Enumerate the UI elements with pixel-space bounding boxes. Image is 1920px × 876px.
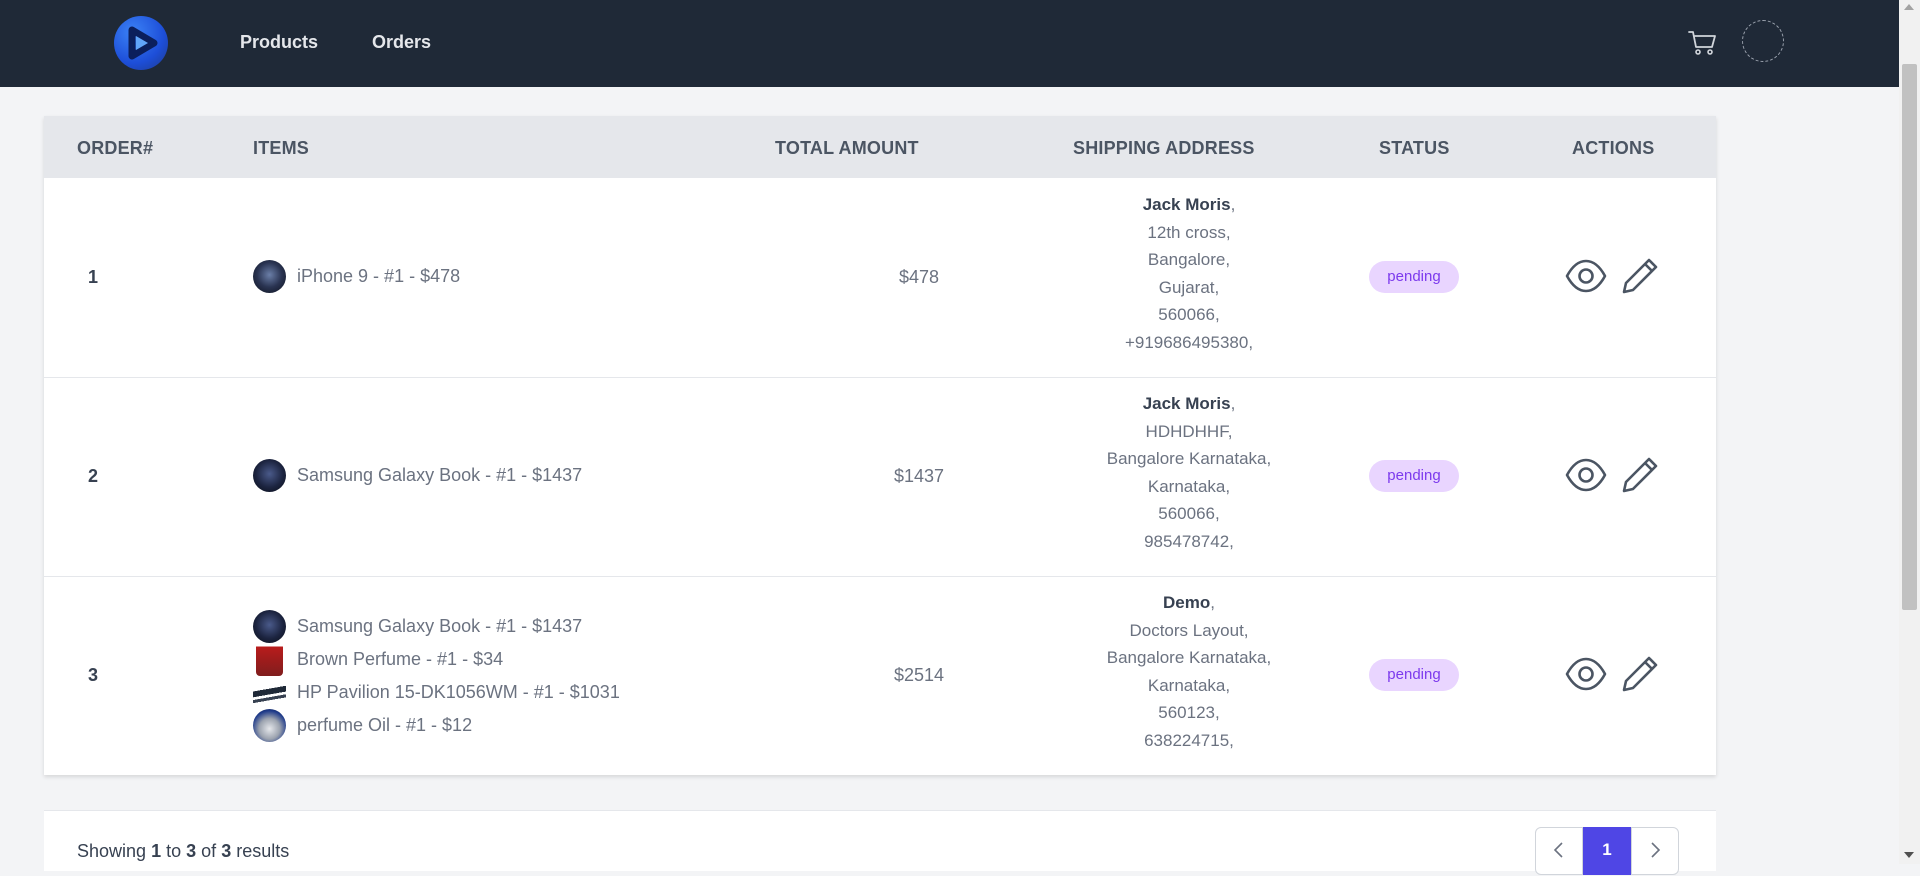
table-row: 2 Samsung Galaxy Book - #1 - $1437 $1437…: [44, 377, 1716, 577]
avatar[interactable]: [1742, 20, 1784, 62]
item-label: Samsung Galaxy Book - #1 - $1437: [297, 464, 583, 485]
status-badge: pending: [1369, 659, 1459, 691]
pencil-icon[interactable]: [1618, 652, 1662, 696]
address-line: +919686495380,: [1124, 332, 1254, 352]
product-thumbnail: [253, 675, 286, 709]
header-shipping-address: SHIPPING ADDRESS: [1073, 138, 1255, 158]
total-amount: $478: [898, 267, 940, 287]
scroll-up-icon[interactable]: [1904, 4, 1914, 10]
header-total-amount: TOTAL AMOUNT: [775, 138, 919, 158]
pencil-icon[interactable]: [1618, 453, 1662, 497]
summary-of-word: of: [201, 841, 217, 861]
address-line: 560123,: [1158, 703, 1220, 722]
address-line: 560066,: [1158, 504, 1220, 523]
scroll-down-icon[interactable]: [1904, 852, 1914, 858]
address-line: 638224715,: [1144, 730, 1234, 750]
eye-icon[interactable]: [1564, 453, 1608, 497]
product-thumbnail: [253, 259, 286, 293]
status-badge: pending: [1369, 460, 1459, 492]
item-label: iPhone 9 - #1 - $478: [297, 265, 461, 286]
product-thumbnail: [253, 609, 286, 643]
total-amount: $2514: [893, 665, 945, 685]
summary-from: 1: [151, 841, 162, 861]
header-order: ORDER#: [77, 138, 154, 158]
header-actions: ACTIONS: [1572, 138, 1655, 158]
order-number: 3: [88, 665, 99, 685]
nav-link-products[interactable]: Products: [240, 32, 318, 53]
address-line: Bangalore Karnataka,: [1106, 449, 1272, 468]
address-line: Karnataka,: [1147, 476, 1231, 496]
product-thumbnail: [253, 708, 286, 742]
chevron-left-icon: [1553, 842, 1563, 858]
next-page-button[interactable]: [1631, 827, 1679, 875]
shipping-address: Demo, Doctors Layout, Bangalore Karnatak…: [1034, 589, 1344, 754]
table-row: 3 Samsung Galaxy Book - #1 - $1437 Brown…: [44, 576, 1716, 775]
item-label: Samsung Galaxy Book - #1 - $1437: [297, 615, 583, 636]
nav-link-orders[interactable]: Orders: [372, 32, 431, 53]
header-status: STATUS: [1379, 138, 1450, 158]
product-thumbnail: [256, 642, 283, 676]
address-line: Karnataka,: [1147, 675, 1231, 695]
item-label: Brown Perfume - #1 - $34: [297, 648, 504, 669]
address-line: Bangalore Karnataka,: [1106, 648, 1272, 667]
orders-table: ORDER# ITEMS TOTAL AMOUNT SHIPPING ADDRE…: [44, 116, 1716, 775]
address-line: Gujarat,: [1158, 277, 1220, 297]
product-thumbnail: [253, 458, 286, 492]
address-line: 560066,: [1158, 305, 1220, 324]
summary-total: 3: [221, 841, 232, 861]
scrollbar-thumb[interactable]: [1902, 64, 1917, 610]
order-number: 2: [88, 466, 99, 486]
eye-icon[interactable]: [1564, 254, 1608, 298]
list-item: HP Pavilion 15-DK1056WM - #1 - $1031: [253, 675, 620, 709]
list-item: iPhone 9 - #1 - $478: [253, 259, 461, 293]
address-line: Bangalore,: [1147, 250, 1231, 269]
list-item: Brown Perfume - #1 - $34: [253, 642, 504, 676]
pencil-icon[interactable]: [1618, 254, 1662, 298]
shipping-address: Jack Moris, HDHDHHF, Bangalore Karnataka…: [1034, 390, 1344, 555]
cart-icon[interactable]: [1686, 26, 1718, 58]
navbar: Products Orders: [0, 0, 1899, 87]
table-row: 1 iPhone 9 - #1 - $478 $478 Jack Moris, …: [44, 178, 1716, 378]
address-name: Jack Moris: [1142, 195, 1231, 214]
list-item: Samsung Galaxy Book - #1 - $1437: [253, 609, 583, 643]
table-header: ORDER# ITEMS TOTAL AMOUNT SHIPPING ADDRE…: [44, 116, 1716, 178]
page-1-button[interactable]: 1: [1583, 827, 1631, 875]
status-badge: pending: [1369, 261, 1459, 293]
address-line: 985478742,: [1144, 531, 1234, 551]
list-item: Samsung Galaxy Book - #1 - $1437: [253, 458, 583, 492]
address-name: Jack Moris: [1142, 394, 1231, 413]
eye-icon[interactable]: [1564, 652, 1608, 696]
list-item: perfume Oil - #1 - $12: [253, 708, 473, 742]
summary-to: 3: [186, 841, 197, 861]
address-line: 12th cross,: [1147, 222, 1231, 242]
header-items: ITEMS: [253, 138, 310, 158]
summary-to-word: to: [166, 841, 182, 861]
summary-results-word: results: [236, 841, 290, 861]
results-summary: Showing 1 to 3 of 3 results: [77, 841, 289, 862]
item-label: HP Pavilion 15-DK1056WM - #1 - $1031: [297, 681, 620, 702]
address-name: Demo: [1163, 593, 1211, 612]
order-number: 1: [88, 267, 99, 287]
pagination: Showing 1 to 3 of 3 results 1: [44, 810, 1716, 875]
logo[interactable]: [114, 16, 168, 70]
prev-page-button[interactable]: [1535, 827, 1583, 875]
chevron-right-icon: [1651, 842, 1661, 858]
shipping-address: Jack Moris, 12th cross, Bangalore, Gujar…: [1034, 191, 1344, 356]
item-label: perfume Oil - #1 - $12: [297, 714, 473, 735]
address-line: Doctors Layout,: [1129, 620, 1249, 640]
address-line: HDHDHHF,: [1145, 421, 1233, 441]
total-amount: $1437: [893, 466, 945, 486]
summary-prefix: Showing: [77, 841, 147, 861]
